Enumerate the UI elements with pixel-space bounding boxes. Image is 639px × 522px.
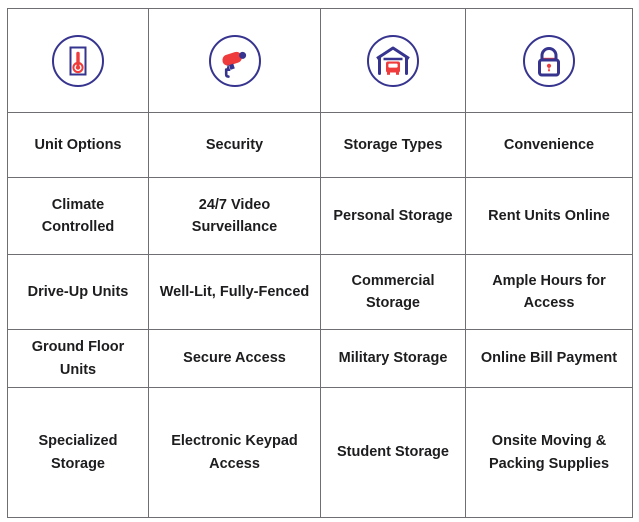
feature-label: Electronic Keypad Access — [171, 433, 298, 472]
header-label: Unit Options — [34, 136, 122, 153]
feature-cell: Electronic Keypad Access — [148, 387, 321, 518]
feature-label: Ground Floor Units — [31, 339, 125, 378]
column-header-unit-options: Unit Options — [7, 112, 149, 178]
feature-cell: Drive-Up Units — [7, 254, 149, 330]
feature-cell: Military Storage — [320, 329, 466, 388]
feature-label: Ample Hours for Access — [492, 272, 606, 311]
header-label: Security — [205, 136, 264, 153]
header-label: Convenience — [503, 136, 595, 153]
feature-label: Secure Access — [183, 350, 286, 367]
feature-label: Rent Units Online — [488, 207, 610, 224]
security-camera-icon — [155, 13, 314, 108]
covered-parking-icon — [327, 13, 459, 108]
feature-label: 24/7 Video Surveillance — [191, 196, 278, 235]
feature-label: Military Storage — [338, 350, 448, 367]
feature-label: Specialized Storage — [38, 433, 118, 472]
feature-cell: Personal Storage — [320, 177, 466, 255]
column-header-convenience: Convenience — [465, 112, 633, 178]
feature-cell: Secure Access — [148, 329, 321, 388]
icon-cell-unit-options — [7, 8, 149, 113]
feature-cell: Climate Controlled — [7, 177, 149, 255]
storage-features-table: Unit Options Security Storage Types Conv… — [7, 8, 633, 518]
header-row: Unit Options Security Storage Types Conv… — [7, 112, 633, 178]
feature-cell: Commercial Storage — [320, 254, 466, 330]
feature-label: Climate Controlled — [41, 196, 115, 235]
feature-label: Commercial Storage — [351, 272, 435, 311]
feature-label: Drive-Up Units — [27, 283, 129, 300]
table-row: Ground Floor Units Secure Access Militar… — [7, 329, 633, 388]
feature-label: Well-Lit, Fully-Fenced — [159, 283, 310, 300]
column-header-security: Security — [148, 112, 321, 178]
icon-cell-convenience — [465, 8, 633, 113]
feature-label: Student Storage — [337, 444, 449, 461]
icon-cell-storage-types — [320, 8, 466, 113]
feature-cell: 24/7 Video Surveillance — [148, 177, 321, 255]
feature-cell: Ground Floor Units — [7, 329, 149, 388]
feature-cell: Specialized Storage — [7, 387, 149, 518]
feature-cell: Onsite Moving & Packing Supplies — [465, 387, 633, 518]
table-row: Climate Controlled 24/7 Video Surveillan… — [7, 177, 633, 255]
feature-cell: Rent Units Online — [465, 177, 633, 255]
column-header-storage-types: Storage Types — [320, 112, 466, 178]
feature-cell: Well-Lit, Fully-Fenced — [148, 254, 321, 330]
icon-row — [7, 8, 633, 113]
feature-cell: Student Storage — [320, 387, 466, 518]
feature-label: Personal Storage — [333, 207, 453, 224]
feature-label: Onsite Moving & Packing Supplies — [488, 433, 610, 472]
feature-label: Online Bill Payment — [480, 350, 618, 367]
feature-cell: Online Bill Payment — [465, 329, 633, 388]
padlock-icon — [472, 13, 626, 108]
feature-cell: Ample Hours for Access — [465, 254, 633, 330]
header-label: Storage Types — [343, 136, 443, 153]
table-row: Specialized Storage Electronic Keypad Ac… — [7, 387, 633, 518]
icon-cell-security — [148, 8, 321, 113]
table-row: Drive-Up Units Well-Lit, Fully-Fenced Co… — [7, 254, 633, 330]
thermometer-icon — [14, 13, 142, 108]
